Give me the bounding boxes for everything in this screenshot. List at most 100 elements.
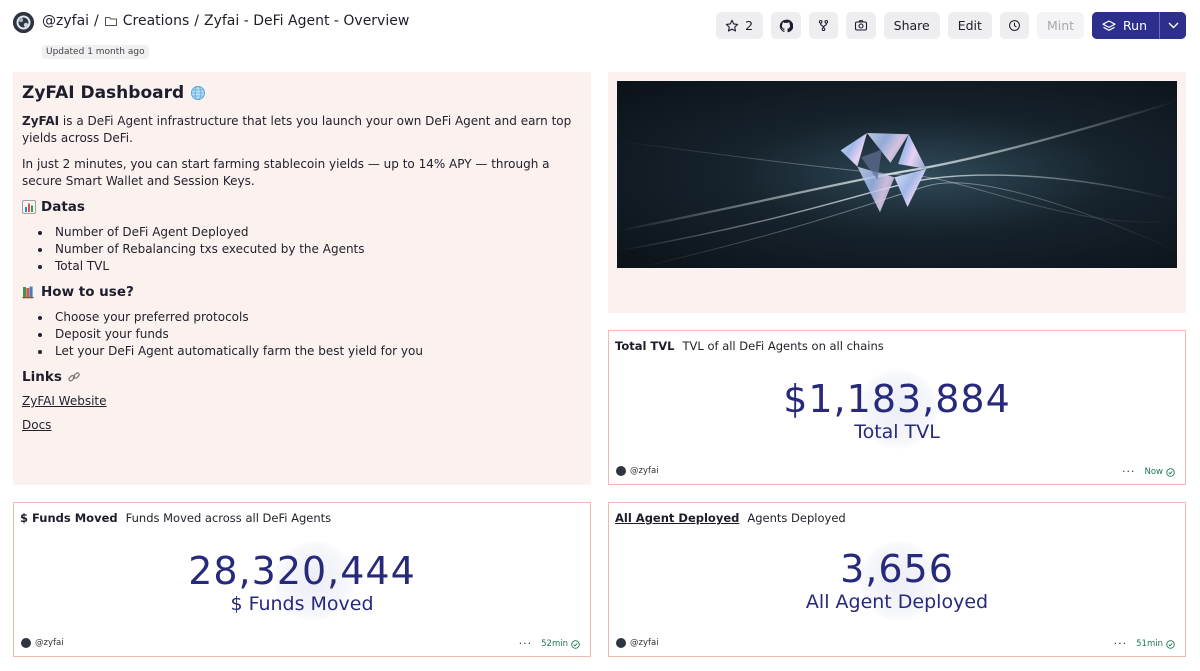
- updated-prefix: Updated: [46, 47, 85, 57]
- run-label: Run: [1123, 18, 1147, 33]
- page-title: Zyfai - DeFi Agent - Overview: [204, 13, 410, 29]
- star-button[interactable]: 2: [715, 12, 763, 39]
- website-link[interactable]: ZyFAI Website: [22, 394, 582, 408]
- list-item: Let your DeFi Agent automatically farm t…: [22, 343, 582, 360]
- card-description: Agents Deployed: [747, 511, 846, 525]
- total-tvl-card[interactable]: Total TVL TVL of all DeFi Agents on all …: [608, 330, 1186, 485]
- owner-avatar[interactable]: [13, 12, 34, 33]
- link-icon: [68, 372, 80, 382]
- breadcrumb-separator: /: [94, 13, 99, 29]
- freshness-badge: 51min: [1136, 639, 1175, 649]
- card-footer-status: ··· 52min: [519, 638, 580, 649]
- more-options-icon[interactable]: ···: [1114, 638, 1128, 649]
- counter-value: $1,183,884: [783, 377, 1011, 421]
- counter-label: All Agent Deployed: [805, 591, 989, 613]
- card-description: TVL of all DeFi Agents on all chains: [682, 339, 884, 353]
- folder-icon: [104, 17, 117, 26]
- funds-moved-card[interactable]: $ Funds Moved Funds Moved across all DeF…: [13, 502, 591, 657]
- howto-heading-text: How to use?: [41, 284, 134, 300]
- more-options-icon[interactable]: ···: [1122, 466, 1136, 477]
- card-footer-author[interactable]: @zyfai: [616, 466, 659, 476]
- card-title[interactable]: Total TVL: [615, 339, 675, 353]
- run-options-button[interactable]: [1159, 12, 1186, 39]
- list-item: Deposit your funds: [22, 326, 582, 343]
- github-button[interactable]: [770, 12, 801, 39]
- intro-brand: ZyFAI: [22, 114, 60, 128]
- breadcrumb-folder[interactable]: Creations: [123, 13, 190, 29]
- card-footer-status: ··· Now: [1122, 466, 1175, 477]
- dashboard-heading: ZyFAI Dashboard: [22, 83, 582, 103]
- freshness-badge: Now: [1144, 467, 1175, 477]
- toolbar: 2 Share Edit Mint Run: [715, 12, 1186, 39]
- author-avatar: [616, 638, 626, 648]
- counter-display: 3,656 All Agent Deployed: [609, 547, 1185, 613]
- run-button[interactable]: Run: [1092, 12, 1159, 39]
- agents-deployed-card[interactable]: All Agent Deployed Agents Deployed 3,656…: [608, 502, 1186, 657]
- more-options-icon[interactable]: ···: [519, 638, 533, 649]
- star-icon: [726, 19, 739, 32]
- counter-display: $1,183,884 Total TVL: [609, 377, 1185, 443]
- counter-value: 3,656: [840, 547, 954, 591]
- author-avatar: [21, 638, 31, 648]
- star-count: 2: [745, 18, 754, 33]
- links-heading-text: Links: [22, 369, 62, 385]
- mint-button[interactable]: Mint: [1036, 12, 1085, 39]
- bar-chart-icon: [22, 200, 36, 214]
- books-icon: [22, 286, 34, 299]
- card-header: Total TVL TVL of all DeFi Agents on all …: [615, 339, 884, 353]
- links-heading: Links: [22, 369, 582, 385]
- camera-icon: [854, 20, 867, 31]
- intro-text: is a DeFi Agent infrastructure that lets…: [22, 114, 572, 145]
- card-footer-author[interactable]: @zyfai: [21, 638, 64, 648]
- list-item: Number of DeFi Agent Deployed: [22, 224, 582, 241]
- edit-button[interactable]: Edit: [947, 12, 992, 39]
- datas-heading: Datas: [22, 199, 582, 215]
- freshness-text: 52min: [541, 639, 568, 649]
- freshness-text: Now: [1144, 467, 1163, 477]
- breadcrumb: @zyfai / Creations / Zyfai - DeFi Agent …: [42, 13, 409, 29]
- clock-icon: [1009, 20, 1020, 31]
- zyfai-logo-artwork: [617, 99, 1177, 268]
- card-footer-author[interactable]: @zyfai: [616, 638, 659, 648]
- card-title[interactable]: $ Funds Moved: [20, 511, 118, 525]
- text-panel: ZyFAI Dashboard ZyFAI is a DeFi Agent in…: [13, 72, 591, 485]
- run-layers-icon: [1102, 19, 1116, 31]
- share-button[interactable]: Share: [883, 12, 940, 39]
- github-icon: [779, 19, 793, 32]
- docs-link[interactable]: Docs: [22, 418, 582, 432]
- setup-paragraph: In just 2 minutes, you can start farming…: [22, 157, 550, 188]
- card-footer-status: ··· 51min: [1114, 638, 1175, 649]
- howto-heading: How to use?: [22, 284, 582, 300]
- card-description: Funds Moved across all DeFi Agents: [125, 511, 332, 525]
- author-name: @zyfai: [630, 638, 659, 648]
- freshness-text: 51min: [1136, 639, 1163, 649]
- counter-value: 28,320,444: [188, 549, 416, 593]
- list-item: Total TVL: [22, 258, 582, 275]
- card-header: $ Funds Moved Funds Moved across all DeF…: [20, 511, 331, 525]
- fork-button[interactable]: [808, 12, 838, 39]
- datas-list: Number of DeFi Agent Deployed Number of …: [22, 224, 582, 275]
- datas-heading-text: Datas: [41, 199, 85, 215]
- breadcrumb-owner[interactable]: @zyfai: [42, 13, 89, 29]
- screenshot-button[interactable]: [845, 12, 876, 39]
- image-panel: [608, 72, 1186, 313]
- header: @zyfai / Creations / Zyfai - DeFi Agent …: [0, 0, 1200, 66]
- intro-paragraph: ZyFAI is a DeFi Agent infrastructure tha…: [22, 113, 582, 147]
- list-item: Choose your preferred protocols: [22, 309, 582, 326]
- card-title[interactable]: All Agent Deployed: [615, 511, 739, 525]
- check-circle-icon: [1166, 467, 1175, 477]
- breadcrumb-separator: /: [194, 13, 199, 29]
- check-circle-icon: [1166, 639, 1175, 649]
- chevron-down-icon: [1168, 22, 1178, 29]
- updated-value: 1 month ago: [87, 47, 145, 57]
- schedule-button[interactable]: [999, 12, 1029, 39]
- howto-list: Choose your preferred protocols Deposit …: [22, 309, 582, 360]
- counter-display: 28,320,444 $ Funds Moved: [14, 549, 590, 615]
- counter-label: $ Funds Moved: [230, 593, 374, 615]
- dashboard-title: ZyFAI Dashboard: [22, 83, 185, 103]
- updated-badge: Updated 1 month ago: [42, 45, 149, 59]
- list-item: Number of Rebalancing txs executed by th…: [22, 241, 582, 258]
- author-name: @zyfai: [630, 466, 659, 476]
- check-circle-icon: [571, 639, 580, 649]
- fork-icon: [818, 19, 828, 32]
